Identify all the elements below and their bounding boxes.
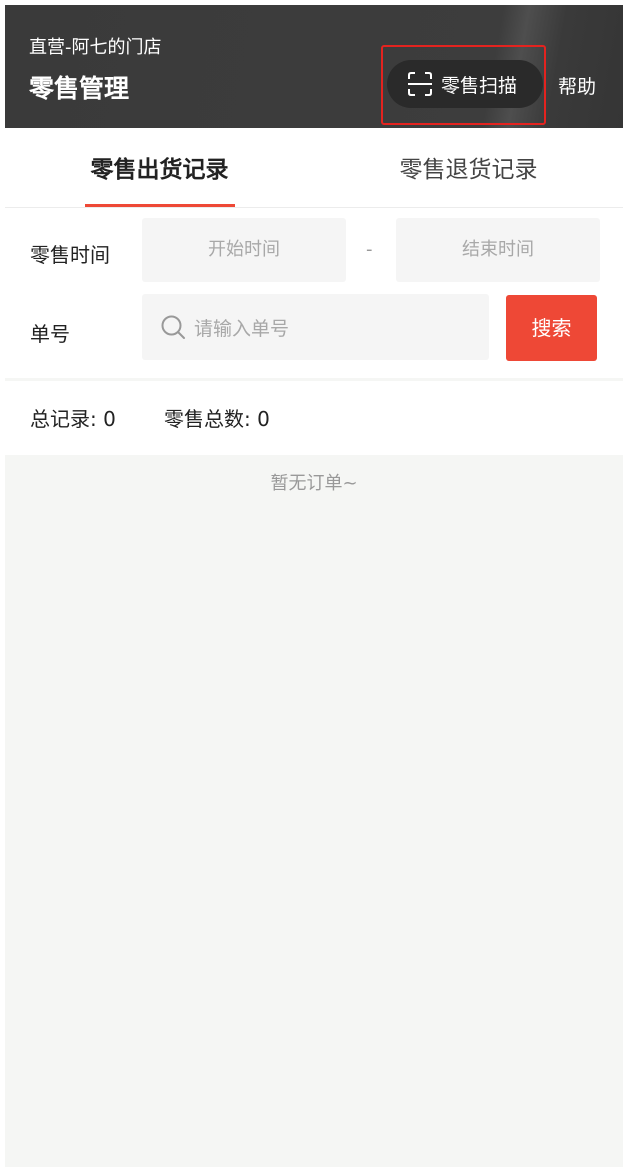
retail-management-screen: 直营-阿七的门店 零售管理 零售扫描 帮助 零售出货记录 零售退货记录 零售时间… (5, 5, 623, 1167)
empty-state-text: 暂无订单~ (270, 473, 358, 494)
retail-scan-button[interactable]: 零售扫描 (387, 60, 543, 108)
tab-bar: 零售出货记录 零售退货记录 (5, 128, 623, 208)
header: 直营-阿七的门店 零售管理 零售扫描 帮助 (5, 5, 623, 128)
active-tab-indicator (85, 204, 235, 207)
start-time-picker[interactable]: 开始时间 (142, 218, 346, 282)
date-range-separator: - (366, 239, 373, 260)
search-icon (160, 314, 186, 340)
summary-bar: 总记录: 0 零售总数: 0 (5, 381, 623, 455)
total-records: 总记录: 0 (30, 407, 116, 431)
retail-time-label: 零售时间 (30, 243, 110, 267)
end-time-picker[interactable]: 结束时间 (396, 218, 600, 282)
total-retail-count: 零售总数: 0 (164, 407, 270, 431)
page-title: 零售管理 (29, 74, 130, 103)
tab-retail-shipment-records[interactable]: 零售出货记录 (5, 128, 314, 208)
search-button[interactable]: 搜索 (506, 295, 597, 361)
order-number-placeholder: 请输入单号 (194, 317, 290, 340)
order-number-input[interactable]: 请输入单号 (142, 294, 489, 360)
retail-scan-label: 零售扫描 (441, 74, 518, 97)
tab-retail-return-records[interactable]: 零售退货记录 (314, 128, 623, 208)
store-name: 直营-阿七的门店 (29, 37, 162, 58)
scan-icon (407, 71, 433, 97)
page: 直营-阿七的门店 零售管理 零售扫描 帮助 零售出货记录 零售退货记录 零售时间… (0, 0, 640, 1167)
order-number-label: 单号 (30, 322, 70, 346)
help-button[interactable]: 帮助 (558, 72, 596, 99)
filter-panel: 零售时间 开始时间 - 结束时间 单号 请输入单号 搜索 (5, 208, 623, 378)
